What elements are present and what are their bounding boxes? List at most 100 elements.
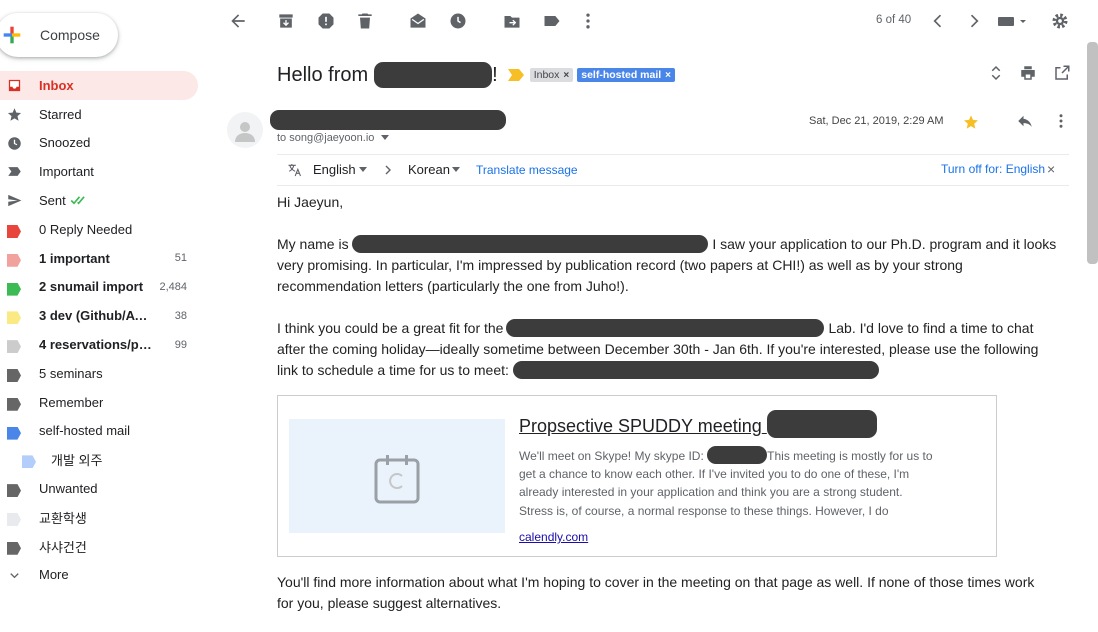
sidebar-item-label: 개발 외주 [51,453,103,469]
unread-count: 38 [174,309,187,322]
sidebar-item-label: Snoozed [39,135,91,151]
sidebar-item-remember[interactable]: Remember [0,388,212,417]
label-chip-inbox[interactable]: Inbox × [529,68,574,82]
sidebar-item-label: Sent [39,193,66,209]
paragraph-line: recommendation letters (particularly the… [277,278,629,294]
remove-label-icon[interactable]: × [665,70,671,81]
redacted-lab-name [506,319,825,337]
sidebar-item-inbox[interactable]: Inbox [0,71,198,100]
sidebar-item-label: More [39,567,69,583]
subject-suffix: ! [492,63,498,86]
report-spam-icon[interactable] [316,11,336,31]
reply-icon[interactable] [1016,112,1034,130]
sidebar-item-0-reply-needed[interactable]: 0 Reply Needed [0,215,212,244]
sidebar-item-2-snumail-import[interactable]: 2 snumail import 2,484 [0,273,212,302]
label-chip-text: self-hosted mail [581,69,662,81]
recipient-line: to song@jaeyoon.io [277,132,375,144]
paragraph-line: already interested in your application a… [519,485,903,500]
paragraph-line: for you, please suggest alternatives. [277,595,502,611]
sidebar-item-label: 2 snumail import [39,279,144,295]
back-arrow-icon[interactable] [228,11,248,31]
remove-label-icon[interactable]: × [563,70,569,81]
paragraph-line: very promising. In particular, I'm impre… [277,257,963,273]
sidebar-item-label: 1 important [39,250,110,266]
message-view: Hello from ! Inbox × self-hosted mail × to… [212,42,1098,632]
snooze-icon[interactable] [448,11,468,31]
preview-title[interactable]: Propsective SPUDDY meeting [519,410,877,438]
source-language-dropdown-icon[interactable] [359,167,367,173]
open-new-window-icon[interactable] [1053,64,1071,82]
inbox-icon [8,79,21,92]
print-icon[interactable] [1019,64,1037,82]
labels-icon[interactable] [542,11,562,31]
delete-icon[interactable] [355,11,375,31]
mark-unread-icon[interactable] [408,11,428,31]
unread-count: 51 [174,252,187,265]
input-tools-keyboard-icon[interactable] [996,11,1030,31]
sidebar-item-샤샤건건[interactable]: 샤샤건건 [0,532,212,561]
sidebar-item-label: Starred [39,106,82,122]
sidebar-item-important[interactable]: Important [0,157,212,186]
text-span: I think you could be a great fit for the [277,320,504,336]
star-icon[interactable] [963,114,979,130]
sidebar-item-4-reservations-pur[interactable]: 4 reservations/pur... 99 [0,330,212,359]
target-language-dropdown-icon[interactable] [452,167,460,173]
translate-message-link[interactable]: Translate message [476,163,578,177]
newer-chevron-icon[interactable] [928,11,948,31]
archive-icon[interactable] [276,11,296,31]
preview-domain-link[interactable]: calendly.com [519,530,588,544]
target-language-select[interactable]: Korean [408,162,450,177]
paragraph-1: My name is I saw your application to our… [277,234,1072,297]
sidebar-item-more[interactable]: More [0,561,212,590]
plus-icon [3,26,21,44]
source-language-select[interactable]: English [313,162,356,177]
text-span: Propsective SPUDDY meeting [519,416,762,436]
move-to-icon[interactable] [502,11,522,31]
sidebar-item-unwanted[interactable]: Unwanted [0,474,212,503]
compose-button[interactable]: Compose [0,13,118,57]
important-marker-icon[interactable] [507,69,524,81]
redacted-scheduling-link[interactable] [512,361,879,379]
sidebar-item-label: Unwanted [39,481,98,497]
text-span: I saw your application to our Ph.D. prog… [712,236,1057,252]
sidebar-item-label: 교환학생 [39,510,87,526]
sidebar-item-snoozed[interactable]: Snoozed [0,129,212,158]
paragraph-line: My name is I saw your application to our… [277,234,1072,255]
preview-description: We'll meet on Skype! My skype ID: This m… [519,446,959,520]
text-span: link to schedule a time for us to meet: [277,362,509,378]
sidebar-item-1-important[interactable]: 1 important 51 [0,244,212,273]
redacted-skype-id [707,446,768,464]
subject-prefix: Hello from [277,63,369,86]
sidebar: Compose Inbox Starred Snoozed Important Sent… [0,0,212,632]
sidebar-item-self-hosted-mail[interactable]: self-hosted mail [0,417,212,446]
message-toolbar: 6 of 40 [212,0,1098,42]
greeting: Hi Jaeyun, [277,194,344,210]
turn-off-translation-link[interactable]: Turn off for: English [941,162,1045,176]
clock-icon [8,136,21,150]
sidebar-item-5-seminars[interactable]: 5 seminars [0,359,212,388]
label-chip-text: Inbox [533,69,560,81]
sidebar-item-교환학생[interactable]: 교환학생 [0,503,212,532]
sidebar-item-starred[interactable]: Starred [0,100,212,129]
chevron-down-icon [10,572,19,578]
link-preview-card[interactable]: Propsective SPUDDY meeting We'll meet on… [277,395,997,557]
expand-all-icon[interactable] [987,64,1005,82]
settings-gear-icon[interactable] [1050,11,1070,31]
sidebar-item-label: Important [39,164,94,180]
label-icon [7,311,21,325]
text-span: This meeting is mostly for us to [767,449,933,463]
sidebar-item-3-dev-github-aws[interactable]: 3 dev (Github/AWS) 38 [0,301,212,330]
label-chip-self-hosted[interactable]: self-hosted mail × [577,68,676,82]
sidebar-item-sent[interactable]: Sent [0,186,212,215]
send-icon [8,195,22,207]
close-translate-icon[interactable]: × [1047,161,1055,177]
arrow-right-icon [385,165,391,175]
message-more-icon[interactable] [1052,112,1070,130]
scrollbar-thumb[interactable] [1087,42,1098,264]
sidebar-item-label: 0 Reply Needed [39,221,133,237]
older-chevron-icon[interactable] [964,11,984,31]
more-options-icon[interactable] [578,11,598,31]
show-details-dropdown-icon[interactable] [381,135,389,141]
text-span: Lab. I'd love to find a time to chat [828,320,1034,336]
sidebar-item-개발-외주[interactable]: 개발 외주 [0,445,212,474]
